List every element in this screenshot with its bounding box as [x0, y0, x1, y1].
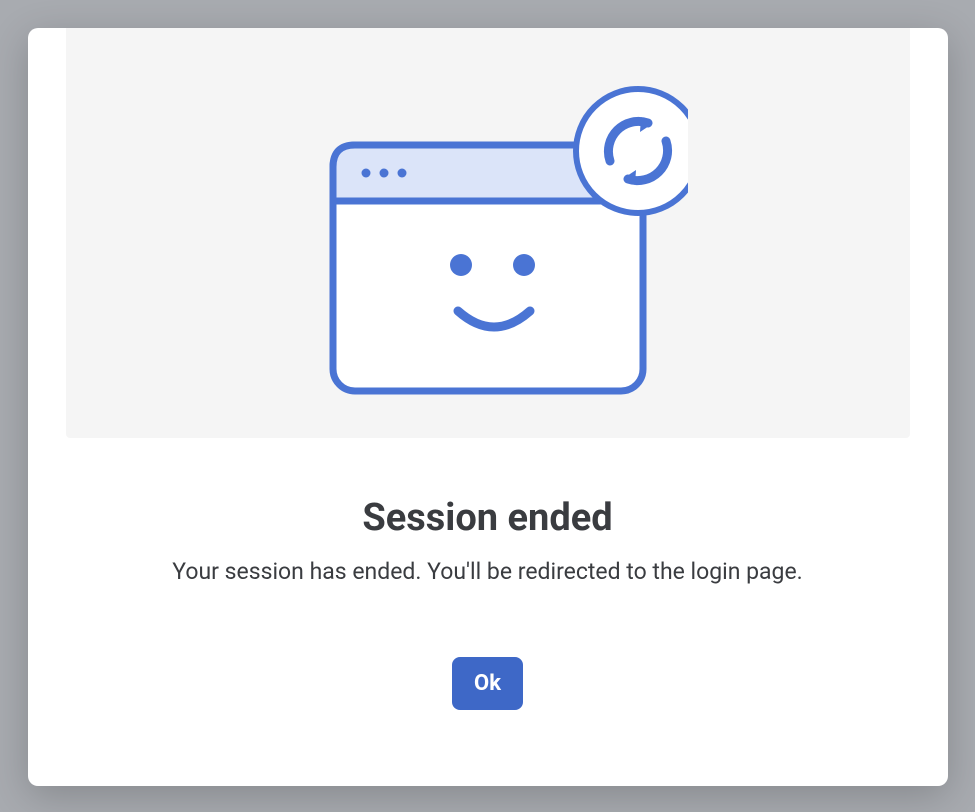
browser-refresh-icon: [288, 61, 688, 405]
dialog-actions: Ok: [452, 657, 523, 710]
illustration-panel: [66, 28, 910, 438]
dialog-title: Session ended: [362, 496, 612, 540]
dialog-message: Your session has ended. You'll be redire…: [172, 558, 802, 585]
session-ended-dialog: Session ended Your session has ended. Yo…: [28, 28, 948, 786]
ok-button[interactable]: Ok: [452, 657, 523, 710]
dialog-content: Session ended Your session has ended. Yo…: [172, 438, 802, 710]
